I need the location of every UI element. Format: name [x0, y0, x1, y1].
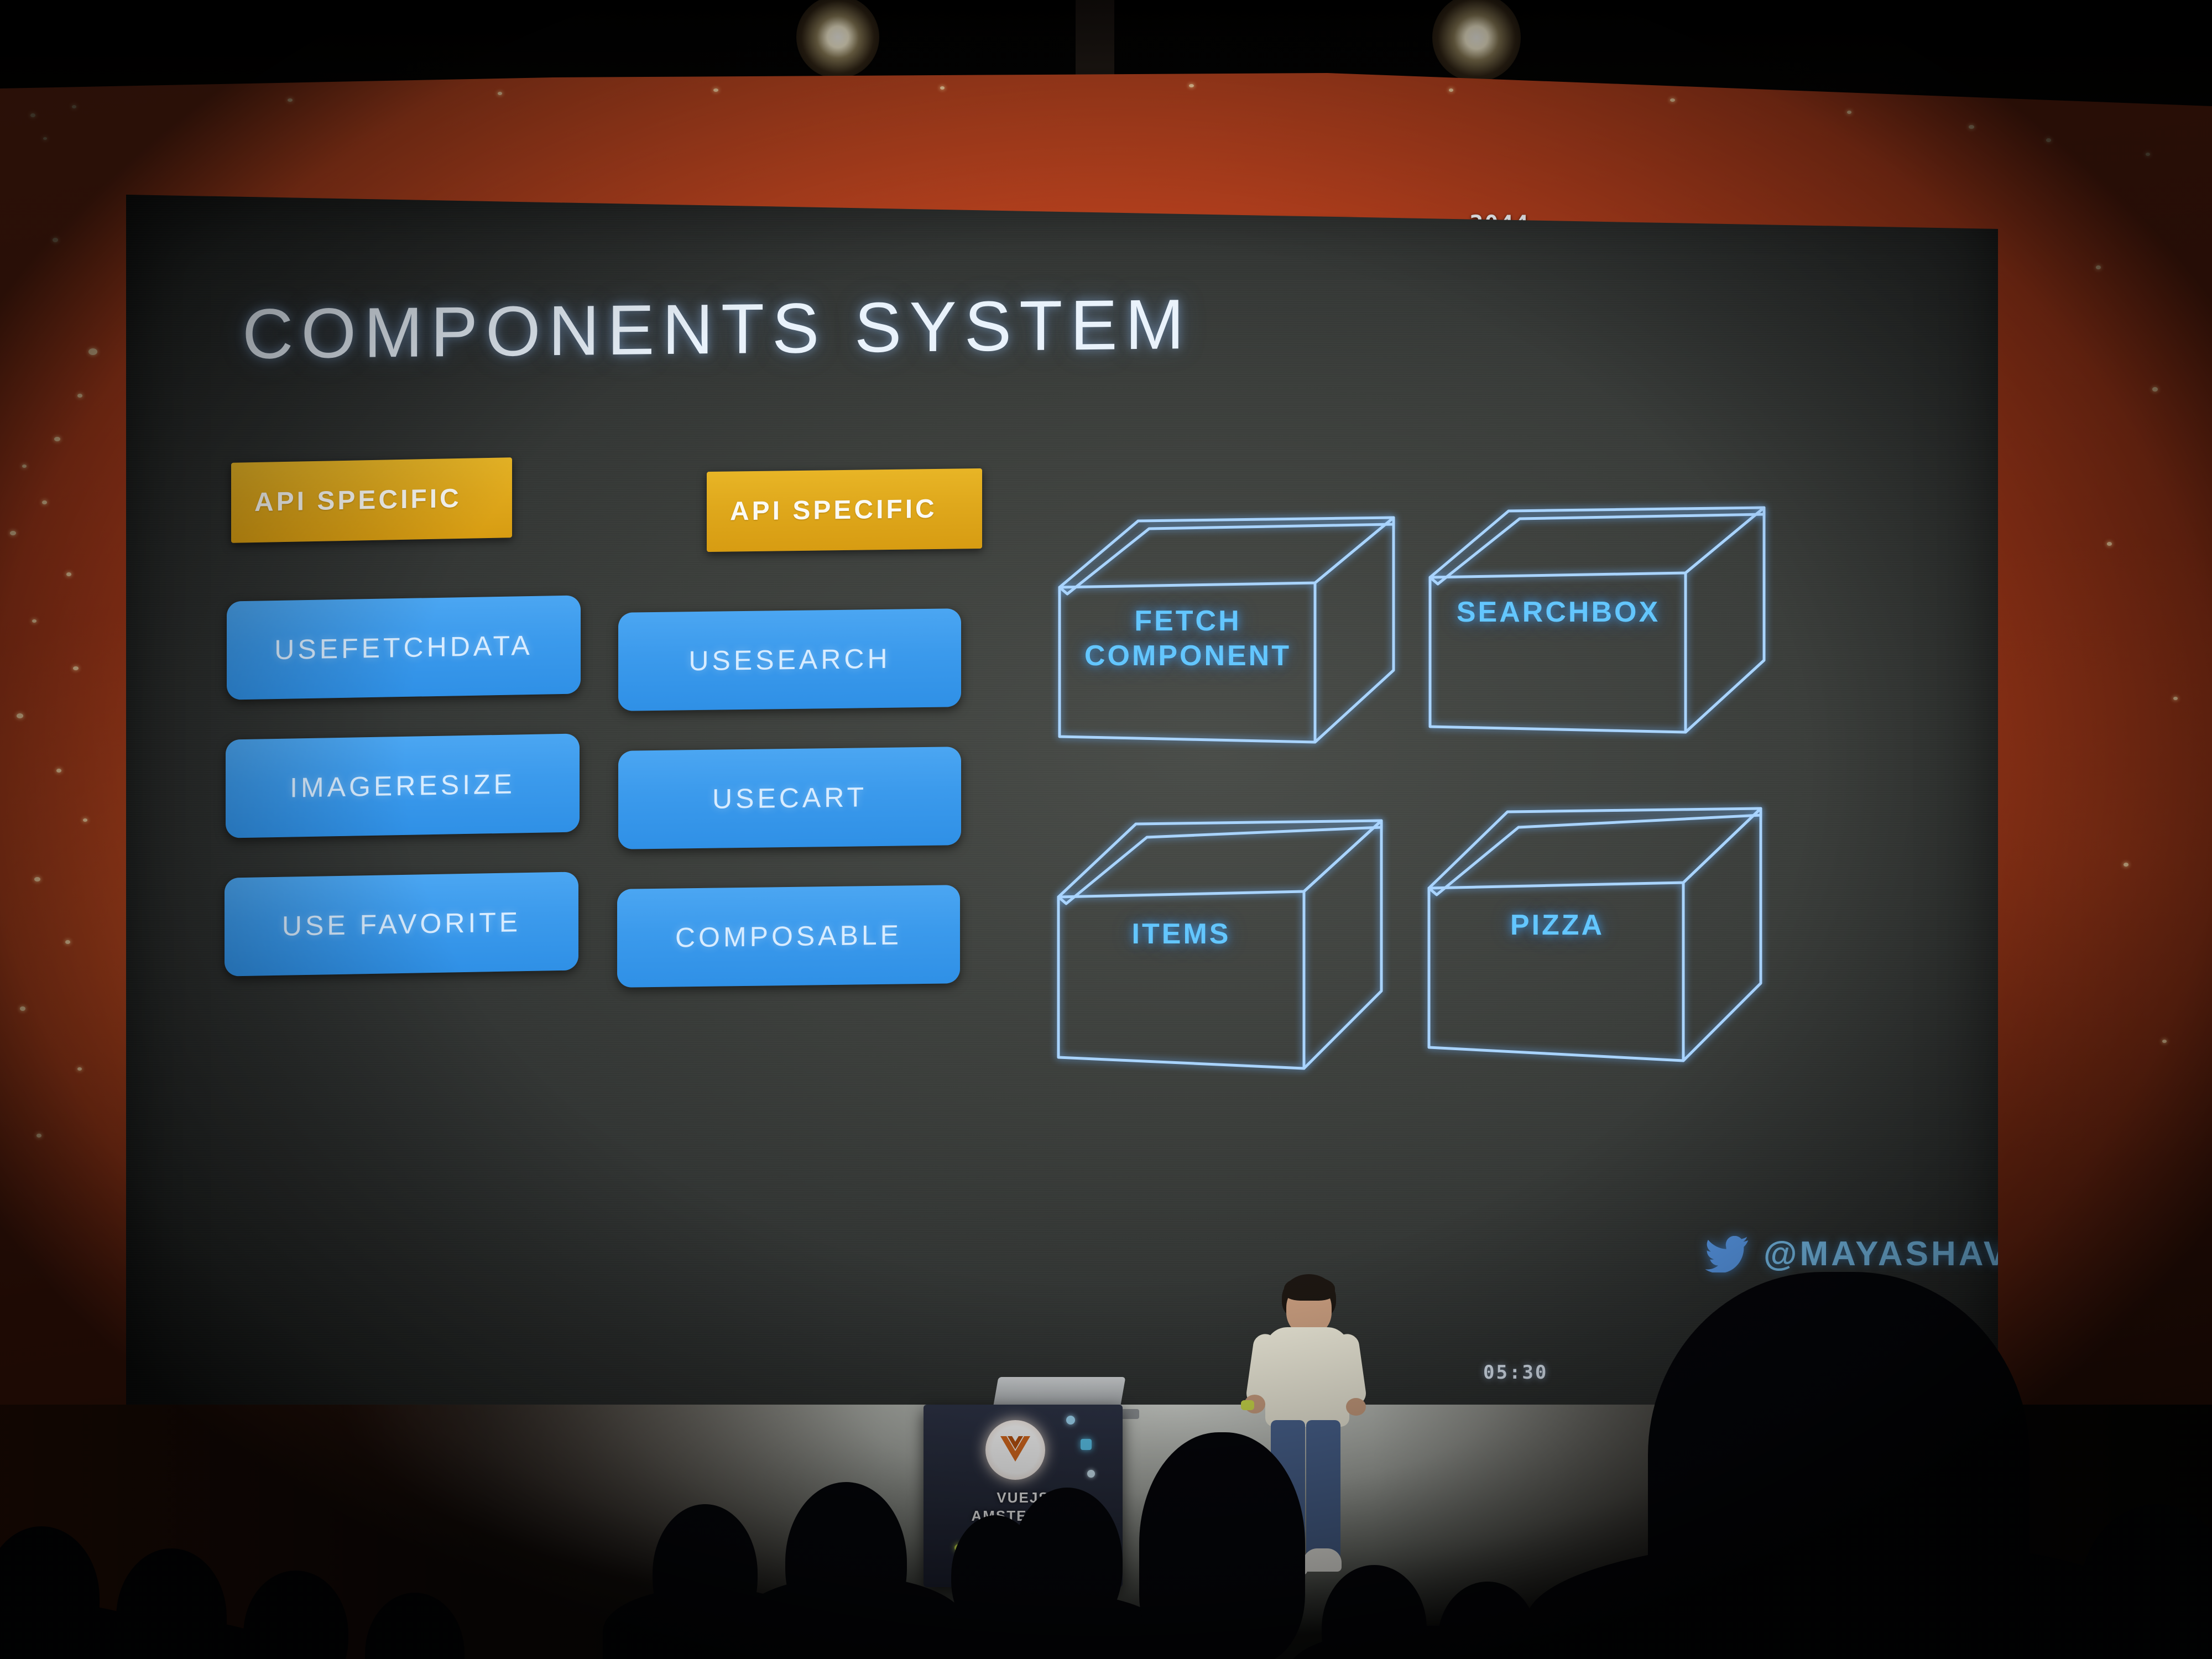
component-cube-pizza[interactable]: PIZZA — [1425, 797, 1767, 1079]
grid-cell: USE FAVORITE — [225, 872, 578, 977]
presenter-clicker — [1241, 1400, 1254, 1410]
composable-box-imageresize[interactable]: IMAGERESIZE — [226, 733, 580, 838]
speaker-leg-right — [1306, 1420, 1340, 1558]
composable-box-usesearch[interactable]: USESEARCH — [618, 608, 961, 711]
speaker-hand-right — [1346, 1398, 1366, 1416]
cube-label-line2: COMPONENT — [1084, 640, 1291, 672]
cube-label-line1: ITEMS — [1131, 918, 1231, 950]
grid-cell: API SPECIFIC — [231, 457, 512, 543]
wall-star-light — [1969, 125, 1974, 129]
component-cube-searchbox[interactable]: SEARCHBOX — [1426, 494, 1768, 749]
wall-star-light — [2096, 265, 2101, 269]
wall-star-light — [88, 348, 97, 355]
wall-star-light — [713, 88, 718, 92]
cube-label-line1: PIZZA — [1510, 909, 1605, 941]
wall-star-light — [1189, 84, 1194, 87]
wall-star-light — [1670, 98, 1675, 102]
composable-box-use-favorite[interactable]: USE FAVORITE — [225, 872, 578, 977]
audience-head — [1139, 1432, 1305, 1659]
vue-v-logo — [985, 1420, 1045, 1480]
speaker-shoe-right — [1303, 1548, 1342, 1572]
wall-star-light — [17, 713, 23, 718]
wall-star-light — [22, 465, 27, 468]
component-cube-label: ITEMS — [1065, 917, 1297, 952]
component-cube-label: SEARCHBOX — [1437, 595, 1680, 630]
component-cube-items[interactable]: ITEMS — [1054, 808, 1386, 1085]
wall-star-light — [940, 86, 945, 90]
wall-star-light — [66, 572, 71, 576]
composable-label: USEFETCHDATA — [274, 629, 533, 666]
wall-star-light — [34, 877, 40, 881]
composable-label: IMAGERESIZE — [290, 768, 515, 804]
composable-box-usecart[interactable]: USECART — [618, 747, 961, 849]
wall-star-light — [1847, 111, 1851, 114]
grid-cell: API SPECIFIC — [707, 468, 982, 552]
wall-star-light — [54, 437, 60, 441]
wall-star-light — [2173, 697, 2178, 700]
composable-label: USE FAVORITE — [281, 906, 521, 942]
wall-star-light — [498, 92, 502, 95]
grid-cell: IMAGERESIZE — [226, 733, 580, 838]
cube-label-line1: FETCH — [1134, 605, 1241, 637]
api-specific-box[interactable]: API SPECIFIC — [707, 468, 982, 552]
grid-cell: USESEARCH — [618, 608, 961, 711]
wall-star-light — [2107, 542, 2112, 546]
wall-star-light — [56, 769, 61, 773]
api-specific-label: API SPECIFIC — [730, 494, 937, 526]
api-specific-box[interactable]: API SPECIFIC — [231, 457, 512, 543]
twitter-handle[interactable]: @MAYASHAVIN — [1705, 1234, 1998, 1274]
wall-star-light — [73, 666, 79, 670]
component-cube-label: FETCH COMPONENT — [1066, 604, 1310, 674]
wall-star-light — [42, 500, 47, 504]
wall-star-light — [77, 1067, 82, 1071]
wall-star-light — [20, 1006, 25, 1011]
component-cube-label: PIZZA — [1436, 908, 1679, 943]
composable-label: USECART — [712, 781, 867, 815]
wall-star-light — [2152, 387, 2158, 392]
wall-star-light — [53, 238, 58, 242]
wall-star-light — [2146, 153, 2150, 156]
grid-cell: COMPOSABLE — [617, 885, 960, 988]
podium-led — [1066, 1416, 1075, 1425]
grid-cell: USEFETCHDATA — [227, 595, 581, 700]
cube-label-line1: SEARCHBOX — [1456, 596, 1661, 628]
wall-star-light — [36, 1134, 41, 1138]
conference-hall-photo: 4781 3044 COMPONENTS SYSTEM API SPECIFIC… — [0, 0, 2212, 1659]
slide-title: COMPONENTS SYSTEM — [242, 285, 1192, 374]
wall-star-light — [10, 531, 16, 535]
wall-star-light — [2124, 863, 2128, 867]
grid-cell: USECART — [618, 747, 961, 849]
composable-label: COMPOSABLE — [675, 919, 902, 953]
composable-label: USESEARCH — [688, 643, 891, 677]
wall-star-light — [83, 818, 87, 822]
api-specific-label: API SPECIFIC — [254, 483, 462, 518]
wall-star-light — [43, 137, 47, 140]
wall-star-light — [77, 394, 82, 398]
wall-star-light — [1449, 88, 1453, 92]
wall-star-light — [2046, 138, 2051, 142]
wall-star-light — [72, 105, 76, 108]
wall-star-light — [65, 940, 70, 944]
component-cube-fetch[interactable]: FETCH COMPONENT — [1055, 504, 1398, 759]
podium-led — [1087, 1470, 1095, 1478]
composable-box-composable[interactable]: COMPOSABLE — [617, 885, 960, 988]
wall-star-light — [2162, 1040, 2167, 1043]
twitter-bird-icon — [1705, 1235, 1749, 1273]
wall-star-light — [32, 619, 36, 623]
speaker-fringe — [1284, 1276, 1335, 1301]
composable-box-usefetchdata[interactable]: USEFETCHDATA — [227, 595, 581, 700]
podium-led — [1081, 1439, 1092, 1450]
countdown-timer: 05:30 — [1483, 1361, 1548, 1384]
wall-star-light — [30, 113, 35, 117]
wall-star-light — [288, 98, 293, 102]
